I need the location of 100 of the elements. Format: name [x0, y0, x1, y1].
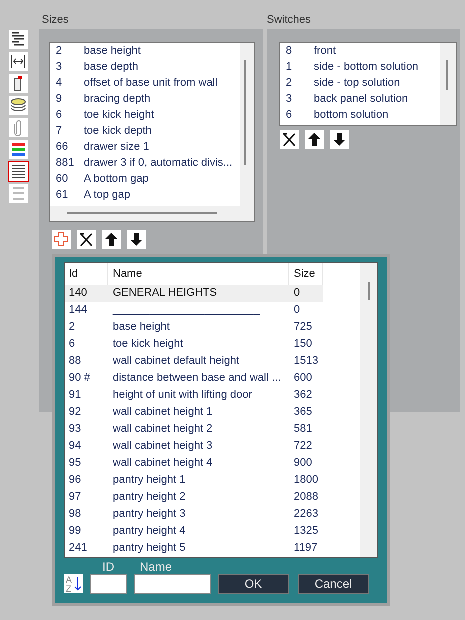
table-cell-text: 91	[68, 388, 82, 404]
scrollbar[interactable]	[67, 212, 217, 214]
list-cell: side - bottom solution	[314, 60, 419, 74]
table-cell-text: 900	[293, 456, 314, 472]
table-cell-text: 92	[68, 405, 82, 420]
table-cell-text: 1197	[293, 541, 319, 556]
table-cell-text: 1800	[293, 473, 320, 488]
table-cell-text: wall cabinet height 3	[112, 439, 214, 454]
id-field[interactable]	[90, 574, 127, 594]
table-cell-text: wall cabinet height 1	[112, 405, 214, 420]
list-cell: front	[314, 44, 336, 58]
panel-title: Switches	[267, 13, 312, 28]
table-cell-text: 0	[293, 303, 302, 318]
list-cell-text: 4	[55, 76, 64, 91]
list-cell-text: 1	[285, 60, 294, 75]
table-cell-text: 95	[68, 456, 82, 472]
delete-icon[interactable]	[77, 230, 96, 249]
toolbar-icon[interactable]	[9, 96, 28, 115]
list-cell: base height	[84, 44, 141, 58]
table-cell-text: GENERAL HEIGHTS	[112, 286, 218, 302]
selected-row[interactable]: 140 GENERAL HEIGHTS 0	[65, 285, 323, 302]
table-cell-text: 725	[293, 320, 314, 336]
delete-icon[interactable]	[280, 130, 299, 149]
table-cell-text: 362	[293, 388, 314, 404]
table-cell-text: 2	[68, 320, 76, 336]
table-cell-text: base height	[112, 320, 171, 336]
list-cell-text: 66	[55, 140, 70, 155]
list-cell: drawer 3 if 0, automatic divis...	[84, 156, 233, 170]
table-cell-text: toe kick height	[112, 337, 184, 352]
table-cell-text: 90 #	[68, 371, 92, 386]
list-cell-text: 6	[285, 108, 294, 123]
table-cell-text: 96	[68, 473, 82, 488]
toolbar-icon[interactable]	[9, 74, 28, 93]
ok-button[interactable]: OK	[218, 574, 289, 594]
list-cell-text: 7	[55, 124, 64, 139]
table-cell-text: 98	[68, 507, 82, 522]
table-cell-text: pantry height 3	[112, 507, 187, 522]
toolbar-icon[interactable]	[9, 52, 28, 71]
table-cell-text: wall cabinet height 2	[112, 422, 214, 438]
list-cell: bottom solution	[314, 108, 389, 122]
list-cell: drawer size 1	[84, 140, 150, 154]
list-cell-text: 2	[55, 44, 64, 59]
table-cell-text: 241	[68, 541, 88, 556]
add-icon[interactable]	[52, 230, 71, 249]
table-cell-text: 2088	[293, 490, 320, 506]
list-cell-text: 881	[55, 156, 76, 171]
list-cell-text: 3	[285, 92, 294, 107]
list-cell-text: 9	[55, 92, 64, 107]
table-cell-text: 722	[293, 439, 314, 454]
sort-icon[interactable]: A Z	[64, 574, 83, 593]
table-cell-text: wall cabinet default height	[112, 354, 241, 370]
table-cell-text: 6	[68, 337, 76, 352]
scrollbar[interactable]	[368, 282, 370, 300]
list-cell: back panel solution	[314, 92, 408, 106]
list-cell-text: 2	[285, 76, 294, 91]
list-cell-text: 6	[55, 108, 64, 123]
table-cell-text: 94	[68, 439, 82, 454]
column-header: Id	[68, 266, 80, 282]
table-cell-text: 140	[68, 286, 88, 302]
toolbar-icon[interactable]	[9, 30, 28, 49]
table-cell-text: 1325	[293, 524, 320, 540]
table-cell-text: 0	[293, 286, 302, 302]
panel-title: Sizes	[41, 13, 70, 28]
table-cell-text: 1513	[293, 354, 320, 370]
list-cell: offset of base unit from wall	[84, 76, 218, 90]
scrollbar[interactable]	[244, 60, 246, 165]
table-cell-text: height of unit with lifting door	[112, 388, 254, 404]
list-cell: A top gap	[84, 188, 130, 202]
table-cell-text: pantry height 4	[112, 524, 187, 540]
list-cell-text: 61	[55, 188, 70, 203]
table-cell-text: 2263	[293, 507, 320, 522]
toolbar-icon[interactable]	[9, 162, 28, 181]
table-cell-text: 150	[293, 337, 314, 352]
list-cell-text: 60	[55, 172, 70, 187]
field-label: Name	[139, 560, 174, 574]
table-cell-text: 93	[68, 422, 82, 438]
table-cell-text: distance between base and wall ...	[112, 371, 282, 386]
table-cell-text: pantry height 5	[112, 541, 187, 556]
table-cell-text: 99	[68, 524, 82, 540]
table-cell-text: 365	[293, 405, 314, 420]
table-cell-text: 97	[68, 490, 82, 506]
table-cell-text: 581	[293, 422, 314, 438]
list-cell: bracing depth	[84, 92, 151, 106]
list-cell: A bottom gap	[84, 172, 149, 186]
list-cell: base depth	[84, 60, 138, 74]
list-cell: toe kick height	[84, 108, 154, 122]
table-cell-text: ________________________	[112, 303, 261, 318]
list-cell-text: 3	[55, 60, 64, 75]
field-label: ID	[102, 560, 116, 574]
table-cell-text: wall cabinet height 4	[112, 456, 214, 472]
table-cell-text: 144	[68, 303, 88, 318]
table-cell-text: 88	[68, 354, 82, 370]
list-cell-text: 8	[285, 44, 294, 59]
table-cell-text: 600	[293, 371, 314, 386]
cancel-button[interactable]: Cancel	[298, 574, 369, 594]
table-cell-text: pantry height 2	[112, 490, 187, 506]
table-cell-text: pantry height 1	[112, 473, 187, 488]
name-field[interactable]	[134, 574, 211, 594]
list-cell: toe kick depth	[84, 124, 152, 138]
scrollbar[interactable]	[446, 60, 448, 90]
